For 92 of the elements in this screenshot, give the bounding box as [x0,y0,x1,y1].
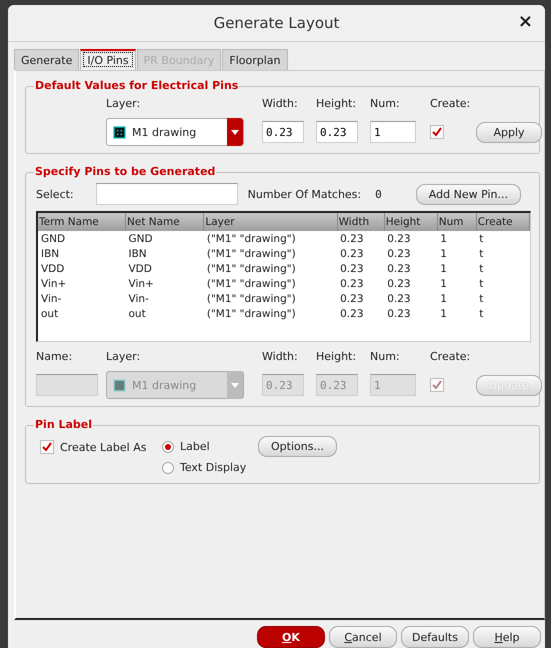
table-cell-text: Vin+ [128,276,155,291]
table-cell-text: 0.23 [339,292,365,306]
column-header[interactable]: Num [437,213,476,231]
column-header[interactable]: Height [384,213,438,231]
table-cell-text: t [478,292,484,306]
field-label: Width: [262,350,299,363]
field-label: Create: [430,350,472,363]
table-cell-text: ("M1" "drawing") [206,276,297,291]
table-cell-text: ("M1" "drawing") [206,246,297,261]
table-cell-text: out [128,306,147,321]
match-count: 0 [375,188,382,200]
table-cell-text: ("M1" "drawing") [206,292,297,306]
field-label: Num: [370,97,401,110]
field-label: Width: [262,97,299,110]
table-cell-text: ("M1" "drawing") [206,306,297,321]
field-label: Layer: [106,350,142,363]
table-cell: ("M1" "drawing") [204,231,338,246]
field-label: Number Of Matches: [248,188,362,200]
table-cell-text: 1 [439,276,448,291]
table-cell-text: 0.23 [339,306,365,321]
tab[interactable]: Floorplan [222,49,288,70]
tab[interactable]: I/O Pins [80,49,136,70]
table-cell: 1 [437,231,476,246]
table-cell-text: t [478,306,484,321]
table-cell-text: 1 [439,292,448,306]
table-cell: GND [38,231,126,246]
table-cell-text: t [478,276,484,291]
field-label: Height: [316,350,358,363]
table-cell-text: 1 [439,262,448,276]
table-cell-text: IBN [128,246,148,261]
window-title: Generate Layout [214,14,340,32]
group-title: Default Values for Electrical Pins [34,79,240,92]
table-cell: t [476,231,530,246]
table-cell-text: out [40,306,60,321]
field-label: Height: [316,97,358,110]
table-cell: GND [126,231,204,246]
column-header[interactable]: Create [476,213,530,231]
table-cell-text: 1 [439,246,448,261]
group-title: Specify Pins to be Generated [34,165,216,178]
table-cell-text: VDD [128,262,153,276]
dialog-button[interactable]: Help [473,626,541,648]
radio-label: Label [180,440,210,453]
height-field[interactable]: 0.23 [316,121,358,143]
column-header[interactable]: Term Name [38,213,126,231]
layer-dropdown[interactable]: M1 drawing [106,118,244,146]
table-cell-text: Vin+ [40,276,68,291]
close-button[interactable]: × [514,13,537,31]
apply-button[interactable]: Apply [476,122,542,142]
field-label: Select: [36,188,74,200]
table-cell-text: 0.23 [386,306,412,321]
field-label: Name: [36,350,74,363]
table-cell-text: t [478,262,484,276]
checkbox[interactable] [430,125,444,139]
column-header[interactable]: Net Name [126,213,204,231]
checkbox[interactable] [40,440,54,454]
group-title: Pin Label [34,418,94,431]
table-cell-text: 1 [439,306,448,321]
options-button[interactable]: Options... [258,436,337,457]
width-field[interactable]: 0.23 [262,121,304,143]
table-cell-text: ("M1" "drawing") [206,262,297,276]
table-cell-text: IBN [40,246,60,261]
table-cell-text: 0.23 [339,262,365,276]
table-cell-text: 0.23 [339,276,365,291]
table-cell-text: 0.23 [386,276,412,291]
table-cell-text: Vin- [40,292,62,306]
radio-button[interactable] [162,462,174,474]
field-label: Layer: [106,97,142,110]
radio-button[interactable] [162,440,174,452]
table-cell: 0.23 [384,231,438,246]
table-cell-text: 0.23 [339,246,365,261]
tab[interactable]: Generate [14,49,80,70]
table-cell-text: 0.23 [386,246,412,261]
field-label: Create: [430,97,472,110]
dialog-button[interactable]: Cancel [329,626,397,648]
column-header[interactable]: Width [337,213,384,231]
radio-label: Text Display [180,461,246,474]
num-field[interactable]: 1 [370,121,416,143]
table-cell-text: Vin- [128,292,150,306]
select-field[interactable] [96,183,238,205]
table-cell-text: 0.23 [386,292,412,306]
layer-swatch-icon [113,126,126,138]
checkbox-label: Create Label As [60,440,146,454]
table-cell-text: VDD [40,262,66,276]
table-cell-text: t [478,246,484,261]
table-cell-text: 0.23 [386,262,412,276]
field-label: Num: [370,350,401,363]
dialog-button[interactable]: OK [257,626,325,648]
layer-swatch-icon [113,378,126,392]
table-cell: 0.23 [337,231,384,246]
dialog-button[interactable]: Defaults [401,626,469,648]
add-pin-button[interactable]: Add New Pin... [416,184,521,204]
column-header[interactable]: Layer [204,213,338,231]
